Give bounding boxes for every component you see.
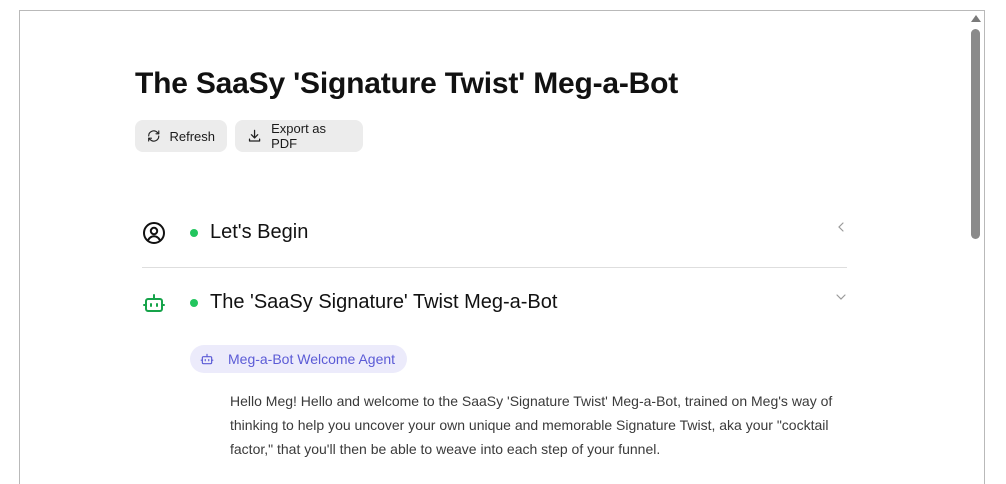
scroll-thumb[interactable] xyxy=(971,29,980,239)
user-circle-icon xyxy=(143,222,165,244)
chevron-down-icon[interactable] xyxy=(835,291,847,303)
agent-name: Meg-a-Bot Welcome Agent xyxy=(228,351,396,367)
bot-icon xyxy=(200,353,214,365)
bot-icon xyxy=(143,294,165,312)
section-title: The 'SaaSy Signature' Twist Meg-a-Bot xyxy=(210,291,558,313)
chevron-left-icon[interactable] xyxy=(835,221,847,233)
section-meg-a-bot[interactable]: The 'SaaSy Signature' Twist Meg-a-Bot xyxy=(142,279,847,329)
scroll-up-arrow-icon[interactable] xyxy=(971,15,981,22)
export-pdf-button[interactable]: Export as PDF xyxy=(235,120,363,152)
section-title: Let's Begin xyxy=(210,221,309,243)
app-window: The SaaSy 'Signature Twist' Meg-a-Bot Re… xyxy=(19,10,985,484)
page-title: The SaaSy 'Signature Twist' Meg-a-Bot xyxy=(135,67,679,100)
message-paragraph: Hello Meg! Hello and welcome to the SaaS… xyxy=(230,393,833,457)
section-lets-begin[interactable]: Let's Begin xyxy=(142,209,847,268)
refresh-icon xyxy=(148,130,160,142)
status-dot xyxy=(190,229,198,237)
agent-badge: Meg-a-Bot Welcome Agent xyxy=(190,345,408,373)
refresh-label: Refresh xyxy=(169,128,215,144)
status-dot xyxy=(190,299,198,307)
scrollbar[interactable] xyxy=(968,11,984,484)
export-label: Export as PDF xyxy=(271,121,327,151)
refresh-button[interactable]: Refresh xyxy=(135,120,227,152)
download-icon xyxy=(248,129,261,142)
